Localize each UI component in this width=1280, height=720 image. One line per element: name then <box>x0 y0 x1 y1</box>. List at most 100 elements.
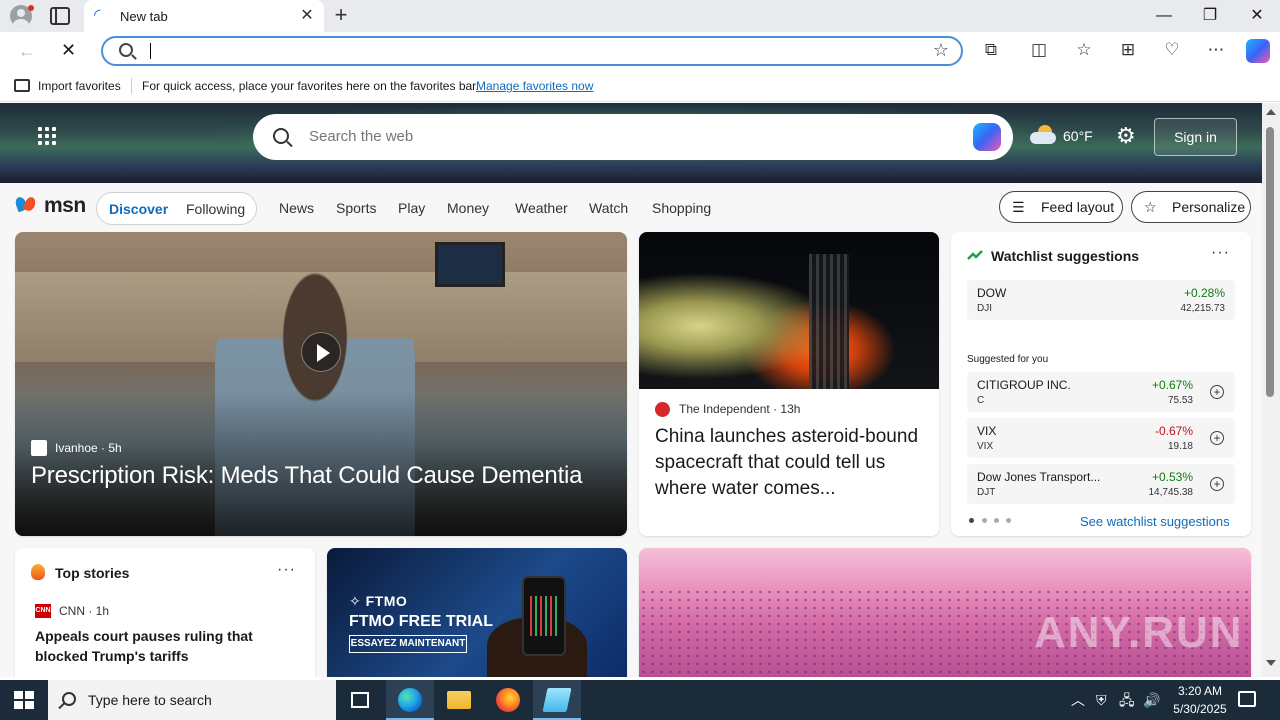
web-search-placeholder: Search the web <box>309 128 414 145</box>
collections-icon[interactable]: ⊞ <box>1118 40 1138 60</box>
browser-toolbar: ← ✕ ☆ ⧉ ◫ ☆ ⊞ ♡ ⋯ <box>0 32 1280 70</box>
carousel-pager[interactable] <box>969 518 1019 524</box>
feed-layout-button[interactable]: ☰ Feed layout <box>999 191 1123 223</box>
taskbar-search-placeholder: Type here to search <box>88 692 212 708</box>
add-stock-icon[interactable]: + <box>1210 385 1224 399</box>
text-caret <box>150 43 151 59</box>
scroll-down-arrow-icon[interactable] <box>1266 660 1276 666</box>
main-story-card[interactable]: Ivanhoe · 5h Prescription Risk: Meds Tha… <box>15 232 627 536</box>
more-options-icon[interactable]: ··· <box>1211 244 1230 262</box>
tab-following[interactable]: Following <box>186 201 245 217</box>
edge-icon <box>398 688 422 712</box>
play-icon[interactable] <box>301 332 341 372</box>
top-story-headline[interactable]: Appeals court pauses ruling that blocked… <box>35 626 305 666</box>
rocket-launch-image <box>639 232 939 389</box>
back-arrow-icon[interactable]: ← <box>18 41 36 62</box>
security-icon[interactable]: ⛨ <box>1096 692 1107 708</box>
tab-discover[interactable]: Discover <box>109 201 168 217</box>
close-window-icon[interactable]: ✕ <box>1247 6 1267 26</box>
trend-up-icon <box>967 250 983 260</box>
sign-in-button[interactable]: Sign in <box>1154 118 1237 156</box>
top-stories-card: Top stories ··· CNN CNN · 1h Appeals cou… <box>15 548 315 677</box>
favorites-icon[interactable]: ☆ <box>1074 40 1094 60</box>
weather-location[interactable]: is <box>1002 128 1012 144</box>
stock-price: 19.18 <box>1167 441 1193 452</box>
nav-money[interactable]: Money <box>447 200 489 216</box>
web-search-box[interactable]: Search the web <box>253 114 1013 160</box>
nav-play[interactable]: Play <box>398 200 425 216</box>
image-story-card[interactable]: ANY.RUN <box>639 548 1251 677</box>
see-watchlist-link[interactable]: See watchlist suggestions <box>1080 514 1230 529</box>
launch-tower <box>809 254 849 389</box>
tab-close-icon[interactable]: ✕ <box>298 7 316 25</box>
nav-sports[interactable]: Sports <box>336 200 376 216</box>
msn-logo[interactable]: msn <box>13 192 86 220</box>
msn-page: Search the web is 60°F ⚙ Sign in msn Dis… <box>0 103 1280 677</box>
stock-change: +0.28% <box>1183 286 1225 300</box>
new-tab-plus-icon[interactable]: + <box>330 3 352 27</box>
gear-icon[interactable]: ⚙ <box>1116 125 1136 147</box>
network-icon[interactable]: 🖧 <box>1119 692 1135 708</box>
stock-row[interactable]: VIX VIX -0.67% 19.18 + <box>967 418 1235 458</box>
stock-row-dow[interactable]: DOW DJI +0.28% 42,215.73 <box>967 280 1235 320</box>
taskbar-edge[interactable] <box>386 680 434 720</box>
more-options-icon[interactable]: ··· <box>277 561 296 579</box>
apps-grid-icon[interactable] <box>38 127 58 147</box>
stock-symbol: C <box>977 395 985 406</box>
copilot-icon[interactable] <box>973 123 1001 151</box>
ad-cta-button[interactable]: ESSAYEZ MAINTENANT <box>349 635 467 653</box>
partly-cloudy-icon[interactable] <box>1030 125 1056 145</box>
weather-temperature[interactable]: 60°F <box>1063 128 1093 144</box>
clock-time[interactable]: 3:20 AM <box>1160 684 1240 698</box>
volume-icon[interactable]: 🔊 <box>1143 692 1160 708</box>
ftmo-ad-card[interactable]: ✧ FTMO FTMO FREE TRIAL ESSAYEZ MAINTENAN… <box>327 548 627 677</box>
personalize-button[interactable]: ☆ Personalize <box>1131 191 1251 223</box>
stock-row[interactable]: Dow Jones Transport... DJT +0.53% 14,745… <box>967 464 1235 504</box>
clock-date[interactable]: 5/30/2025 <box>1160 702 1240 716</box>
extensions-icon[interactable]: ⧉ <box>981 40 1001 60</box>
address-bar[interactable]: ☆ <box>101 36 963 66</box>
msn-wordmark: msn <box>44 194 86 217</box>
tab-new-tab[interactable]: ◜ New tab ✕ <box>84 0 324 32</box>
stop-loading-icon[interactable]: ✕ <box>61 40 76 61</box>
tab-actions-icon[interactable] <box>50 7 70 25</box>
taskbar-file-explorer[interactable] <box>435 680 483 720</box>
more-menu-icon[interactable]: ⋯ <box>1206 40 1226 60</box>
notification-center-icon[interactable] <box>1238 691 1256 707</box>
favorite-star-icon[interactable]: ☆ <box>933 40 949 61</box>
nav-weather[interactable]: Weather <box>515 200 568 216</box>
feed-layout-label: Feed layout <box>1041 199 1115 215</box>
nav-shopping[interactable]: Shopping <box>652 200 711 216</box>
chevron-up-icon[interactable]: ︿ <box>1071 692 1085 708</box>
copilot-icon[interactable] <box>1246 39 1270 63</box>
stock-change: -0.67% <box>1154 424 1193 438</box>
add-stock-icon[interactable]: + <box>1210 431 1224 445</box>
restore-icon[interactable]: ❐ <box>1200 6 1220 26</box>
task-view-button[interactable] <box>336 680 384 720</box>
firefox-icon <box>496 688 520 712</box>
windows-start-icon[interactable] <box>14 691 34 709</box>
taskbar-notepad[interactable] <box>533 680 581 720</box>
taskbar-firefox[interactable] <box>484 680 532 720</box>
scroll-thumb[interactable] <box>1266 127 1274 397</box>
rocket-story-headline[interactable]: China launches asteroid-bound spacecraft… <box>655 424 927 502</box>
import-favorites-button[interactable]: Import favorites <box>38 79 121 93</box>
browser-essentials-icon[interactable]: ♡ <box>1162 40 1182 60</box>
taskbar-search-box[interactable]: Type here to search <box>48 680 336 720</box>
stock-symbol: VIX <box>977 441 994 452</box>
story-source: Ivanhoe · 5h <box>55 441 122 455</box>
stock-name: DOW <box>977 286 1007 300</box>
nav-watch[interactable]: Watch <box>589 200 628 216</box>
split-screen-icon[interactable]: ◫ <box>1029 40 1049 60</box>
search-icon <box>273 128 289 144</box>
page-scrollbar[interactable] <box>1262 103 1280 677</box>
ivanhoe-logo-icon <box>31 440 47 456</box>
minimize-icon[interactable]: — <box>1154 6 1174 26</box>
add-stock-icon[interactable]: + <box>1210 477 1224 491</box>
nav-news[interactable]: News <box>279 200 314 216</box>
main-story-headline[interactable]: Prescription Risk: Meds That Could Cause… <box>31 462 621 490</box>
rocket-story-card[interactable]: The Independent · 13h China launches ast… <box>639 232 939 536</box>
manage-favorites-link[interactable]: Manage favorites now <box>476 79 593 93</box>
stock-row[interactable]: CITIGROUP INC. C +0.67% 75.53 + <box>967 372 1235 412</box>
scroll-up-arrow-icon[interactable] <box>1266 109 1276 115</box>
